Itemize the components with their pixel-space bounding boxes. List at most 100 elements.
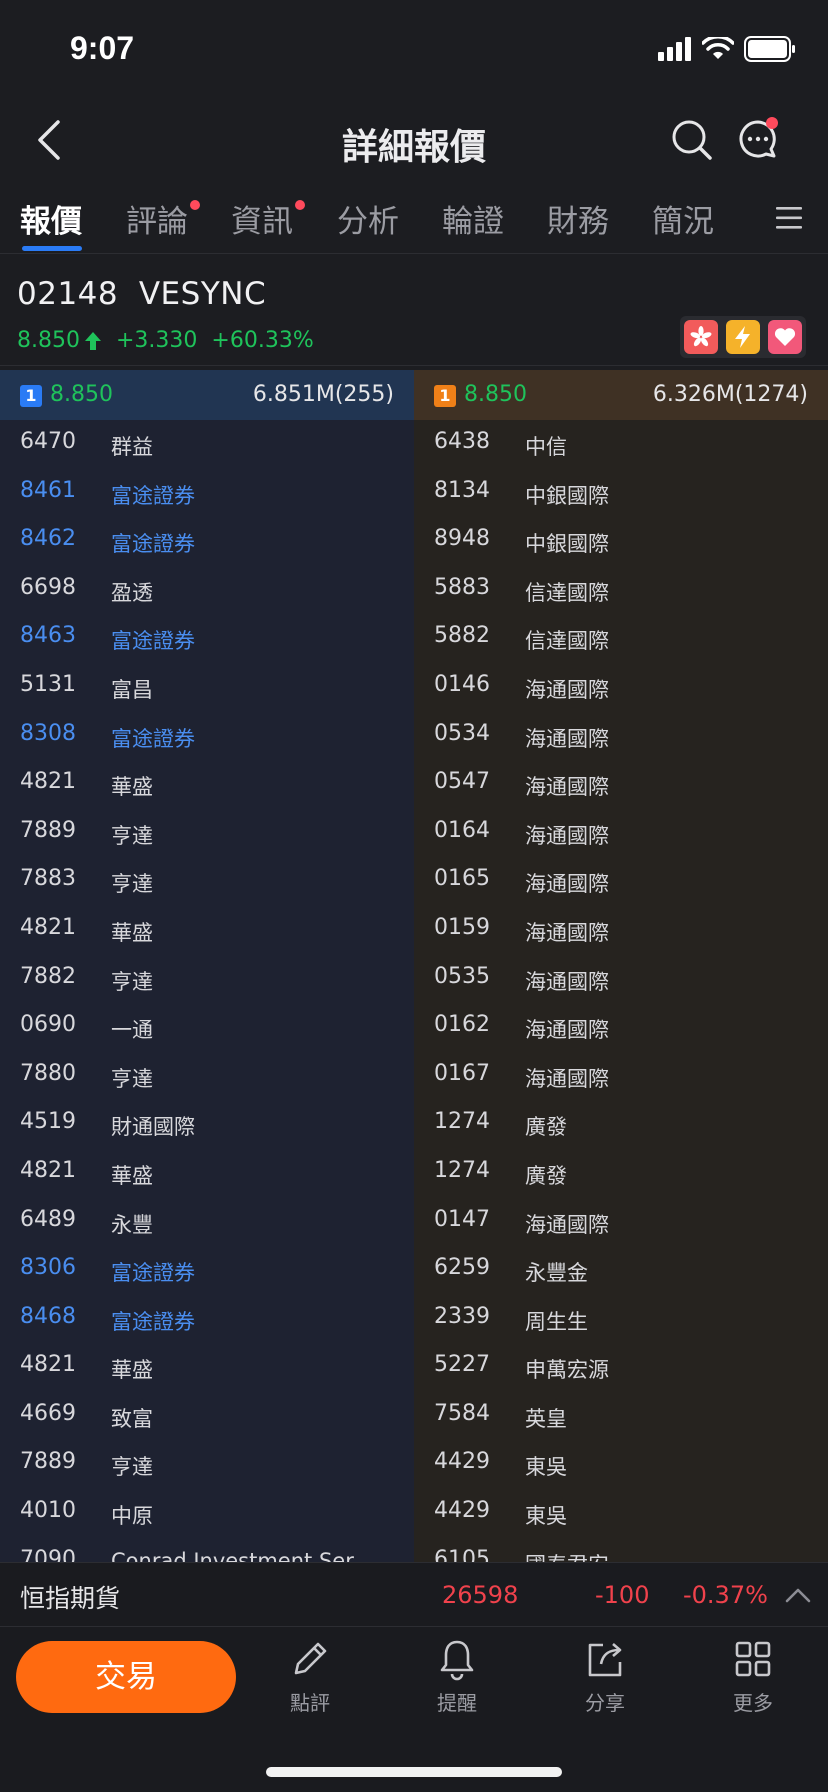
bid-broker-row[interactable]: 8461 富途證券 [0, 469, 414, 518]
broker-name: 富途證券 [111, 726, 195, 751]
notification-dot [295, 200, 305, 210]
broker-name: 東吳 [525, 1504, 567, 1529]
ask-broker-row[interactable]: 0162 海通國際 [414, 1003, 828, 1052]
bid-broker-row[interactable]: 8463 富途證券 [0, 614, 414, 663]
broker-name: 華盛 [111, 775, 153, 800]
broker-code: 0167 [434, 1060, 490, 1086]
bid-broker-row[interactable]: 8462 富途證券 [0, 517, 414, 566]
ask-broker-row[interactable]: 0146 海通國際 [414, 663, 828, 712]
tab-financials[interactable]: 財務 [547, 196, 609, 254]
bid-broker-row[interactable]: 4519 財通國際 [0, 1100, 414, 1149]
bid-broker-row[interactable]: 4821 華盛 [0, 1343, 414, 1392]
bid-broker-row[interactable]: 6470 群益 [0, 420, 414, 469]
index-ticker[interactable]: 恒指期貨 26598 -100 -0.37% [0, 1562, 828, 1626]
bell-icon [440, 1640, 474, 1681]
expand-button[interactable] [784, 1581, 812, 1609]
ask-broker-row[interactable]: 4429 東吳 [414, 1489, 828, 1538]
ask-broker-row[interactable]: 0535 海通國際 [414, 955, 828, 1004]
tab-news[interactable]: 資訊 [231, 196, 305, 254]
broker-name: 永豐 [111, 1212, 153, 1237]
heart-icon[interactable] [768, 320, 802, 354]
broker-name: 富途證券 [111, 483, 195, 508]
tab-profile[interactable]: 簡況 [652, 196, 714, 254]
ask-broker-row[interactable]: 0167 海通國際 [414, 1052, 828, 1101]
ask-broker-row[interactable]: 8948 中銀國際 [414, 517, 828, 566]
ask-broker-row[interactable]: 8134 中銀國際 [414, 469, 828, 518]
bid-broker-row[interactable]: 4669 致富 [0, 1392, 414, 1441]
bid-broker-row[interactable]: 4821 華盛 [0, 906, 414, 955]
ask-broker-row[interactable]: 0147 海通國際 [414, 1198, 828, 1247]
ask-broker-row[interactable]: 0164 海通國際 [414, 809, 828, 858]
comment-tool-button[interactable]: 點評 [260, 1637, 360, 1721]
share-icon [588, 1643, 622, 1677]
ask-broker-row[interactable]: 5227 申萬宏源 [414, 1343, 828, 1392]
share-tool-button[interactable]: 分享 [555, 1637, 655, 1721]
broker-name: 一通 [111, 1018, 153, 1043]
ask-broker-row[interactable]: 6105 國泰君安 [414, 1538, 828, 1562]
bid-broker-row[interactable]: 8468 富途證券 [0, 1295, 414, 1344]
ask-broker-row[interactable]: 0165 海通國際 [414, 857, 828, 906]
broker-code: 7889 [20, 1449, 76, 1475]
ask-broker-row[interactable]: 0547 海通國際 [414, 760, 828, 809]
broker-name: 海通國際 [525, 726, 609, 751]
bid-broker-row[interactable]: 7883 亨達 [0, 857, 414, 906]
ask-broker-row[interactable]: 0534 海通國際 [414, 712, 828, 761]
lightning-icon[interactable] [726, 320, 760, 354]
tab-warrants[interactable]: 輪證 [442, 196, 504, 254]
hk-flag-icon [684, 320, 718, 354]
bid-broker-row[interactable]: 6698 盈透 [0, 566, 414, 615]
more-tool-button[interactable]: 更多 [703, 1637, 803, 1721]
grid-icon [735, 1641, 771, 1677]
ask-broker-row[interactable]: 1274 廣發 [414, 1149, 828, 1198]
broker-name: 盈透 [111, 580, 153, 605]
bid-broker-row[interactable]: 7880 亨達 [0, 1052, 414, 1101]
search-button[interactable] [670, 118, 714, 162]
bottom-toolbar: 交易 點評 提醒 分享 更多 [0, 1626, 828, 1792]
stock-name: VESYNC [138, 276, 267, 312]
ask-broker-row[interactable]: 5883 信達國際 [414, 566, 828, 615]
broker-name: 中銀國際 [525, 532, 609, 557]
tool-label: 提醒 [437, 1691, 477, 1715]
bid-price: 8.850 [50, 382, 113, 407]
trade-button[interactable]: 交易 [16, 1641, 236, 1713]
bid-broker-row[interactable]: 8308 富途證券 [0, 712, 414, 761]
broker-name: 申萬宏源 [525, 1358, 609, 1383]
ask-broker-row[interactable]: 0159 海通國際 [414, 906, 828, 955]
bid-broker-row[interactable]: 7889 亨達 [0, 809, 414, 858]
bid-broker-row[interactable]: 5131 富昌 [0, 663, 414, 712]
tab-analysis[interactable]: 分析 [337, 196, 399, 254]
bid-broker-row[interactable]: 4821 華盛 [0, 1149, 414, 1198]
bid-broker-row[interactable]: 0690 一通 [0, 1003, 414, 1052]
home-indicator[interactable] [266, 1767, 562, 1777]
tab-comments[interactable]: 評論 [126, 196, 200, 254]
bid-broker-row[interactable]: 7882 亨達 [0, 955, 414, 1004]
broker-code: 4821 [20, 769, 76, 795]
bid-broker-row[interactable]: 4010 中原 [0, 1489, 414, 1538]
messages-button[interactable] [736, 116, 782, 162]
ask-broker-row[interactable]: 6259 永豐金 [414, 1246, 828, 1295]
ask-broker-row[interactable]: 4429 東吳 [414, 1440, 828, 1489]
ask-broker-row[interactable]: 5882 信達國際 [414, 614, 828, 663]
ask-broker-row[interactable]: 7584 英皇 [414, 1392, 828, 1441]
broker-name: 海通國際 [525, 1212, 609, 1237]
broker-name: 華盛 [111, 920, 153, 945]
ask-broker-row[interactable]: 6438 中信 [414, 420, 828, 469]
broker-name: 富途證券 [111, 532, 195, 557]
alert-tool-button[interactable]: 提醒 [407, 1637, 507, 1721]
chevron-up-icon [785, 1588, 811, 1603]
ask-broker-row[interactable]: 1274 廣發 [414, 1100, 828, 1149]
broker-name: 海通國際 [525, 872, 609, 897]
bid-broker-row[interactable]: 7889 亨達 [0, 1440, 414, 1489]
bid-broker-row[interactable]: 4821 華盛 [0, 760, 414, 809]
broker-name: 亨達 [111, 1066, 153, 1091]
bid-broker-row[interactable]: 7090 Conrad Investment Ser [0, 1538, 414, 1562]
order-book[interactable]: 1 8.850 6.851M(255) 6470 群益 8461 富途證券 8462 富途… [0, 370, 828, 1562]
bid-broker-row[interactable]: 8306 富途證券 [0, 1246, 414, 1295]
tab-label: 分析 [337, 204, 399, 240]
broker-code: 7882 [20, 963, 76, 989]
broker-code: 6438 [434, 429, 490, 454]
broker-name: 永豐金 [525, 1261, 588, 1286]
menu-button[interactable] [774, 204, 804, 232]
ask-broker-row[interactable]: 2339 周生生 [414, 1295, 828, 1344]
bid-broker-row[interactable]: 6489 永豐 [0, 1198, 414, 1247]
